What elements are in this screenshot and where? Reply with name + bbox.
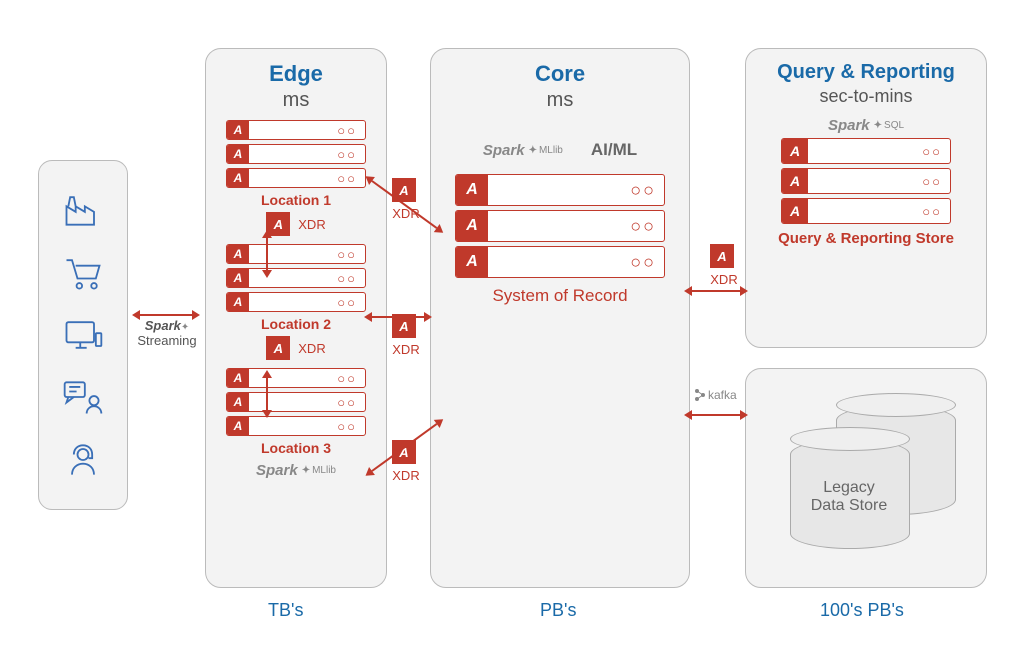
xdr-side-2: AXDR	[392, 314, 420, 357]
edge-stack-1: A○○ A○○ A○○	[226, 120, 366, 188]
arrow-xdr-1-2	[266, 238, 268, 270]
sources-panel	[38, 160, 128, 510]
cart-icon	[61, 251, 105, 295]
core-scale: PB's	[540, 600, 576, 621]
arrow-core-legacy	[692, 414, 740, 416]
edge-scale: TB's	[268, 600, 303, 621]
kafka-label: kafka	[694, 388, 737, 402]
qr-stack: A○○ A○○ A○○	[781, 138, 951, 224]
edge-panel: Edge ms A○○ A○○ A○○ Location 1 A XDR A○○…	[205, 48, 387, 588]
location-2-label: Location 2	[218, 316, 374, 332]
factory-icon	[61, 188, 105, 232]
location-3-label: Location 3	[218, 440, 374, 456]
chat-user-icon	[61, 375, 105, 419]
edge-stack-3: A○○ A○○ A○○	[226, 368, 366, 436]
edge-subtitle: ms	[218, 89, 374, 112]
xdr-label: XDR	[298, 217, 325, 232]
spark-mllib-edge: Spark✦ MLlib	[218, 462, 374, 479]
spark-mllib-core: Spark✦ MLlib	[483, 140, 563, 160]
core-stack: A○○ A○○ A○○	[455, 174, 665, 278]
qr-store-label: Query & Reporting Store	[758, 230, 974, 247]
core-subtitle: ms	[443, 89, 677, 112]
kafka-icon	[694, 388, 706, 402]
arrow-edge1-core	[372, 180, 452, 182]
query-scale: 100's PB's	[820, 600, 904, 621]
arrow-edge2-core	[372, 316, 424, 318]
spark-streaming-label: Spark✦ Streaming	[132, 318, 202, 348]
xdr-side-core-qr: AXDR	[710, 244, 738, 287]
legacy-panel: LegacyData Store	[745, 368, 987, 588]
arrow-sources-edge	[140, 314, 192, 316]
arrow-edge3-core	[372, 470, 452, 472]
xdr-badge-icon: A	[266, 336, 290, 360]
legacy-label: LegacyData Store	[794, 479, 904, 515]
location-1-label: Location 1	[218, 192, 374, 208]
xdr-label: XDR	[298, 341, 325, 356]
edge-stack-2: A○○ A○○ A○○	[226, 244, 366, 312]
query-reporting-panel: Query & Reporting sec-to-mins Spark✦ SQL…	[745, 48, 987, 348]
aiml-label: AI/ML	[591, 140, 637, 160]
monitor-icon	[61, 313, 105, 357]
xdr-inline-2: A XDR	[218, 336, 374, 360]
qr-subtitle: sec-to-mins	[758, 86, 974, 107]
core-panel: Core ms Spark✦ MLlib AI/ML A○○ A○○ A○○ S…	[430, 48, 690, 588]
edge-title: Edge	[218, 61, 374, 87]
qr-title: Query & Reporting	[758, 61, 974, 84]
spark-sql-label: Spark✦ SQL	[758, 117, 974, 134]
core-title: Core	[443, 61, 677, 87]
headset-user-icon	[61, 438, 105, 482]
arrow-core-query	[692, 290, 740, 292]
system-of-record-label: System of Record	[443, 286, 677, 306]
xdr-inline-1: A XDR	[218, 212, 374, 236]
arrow-xdr-2-3	[266, 378, 268, 410]
